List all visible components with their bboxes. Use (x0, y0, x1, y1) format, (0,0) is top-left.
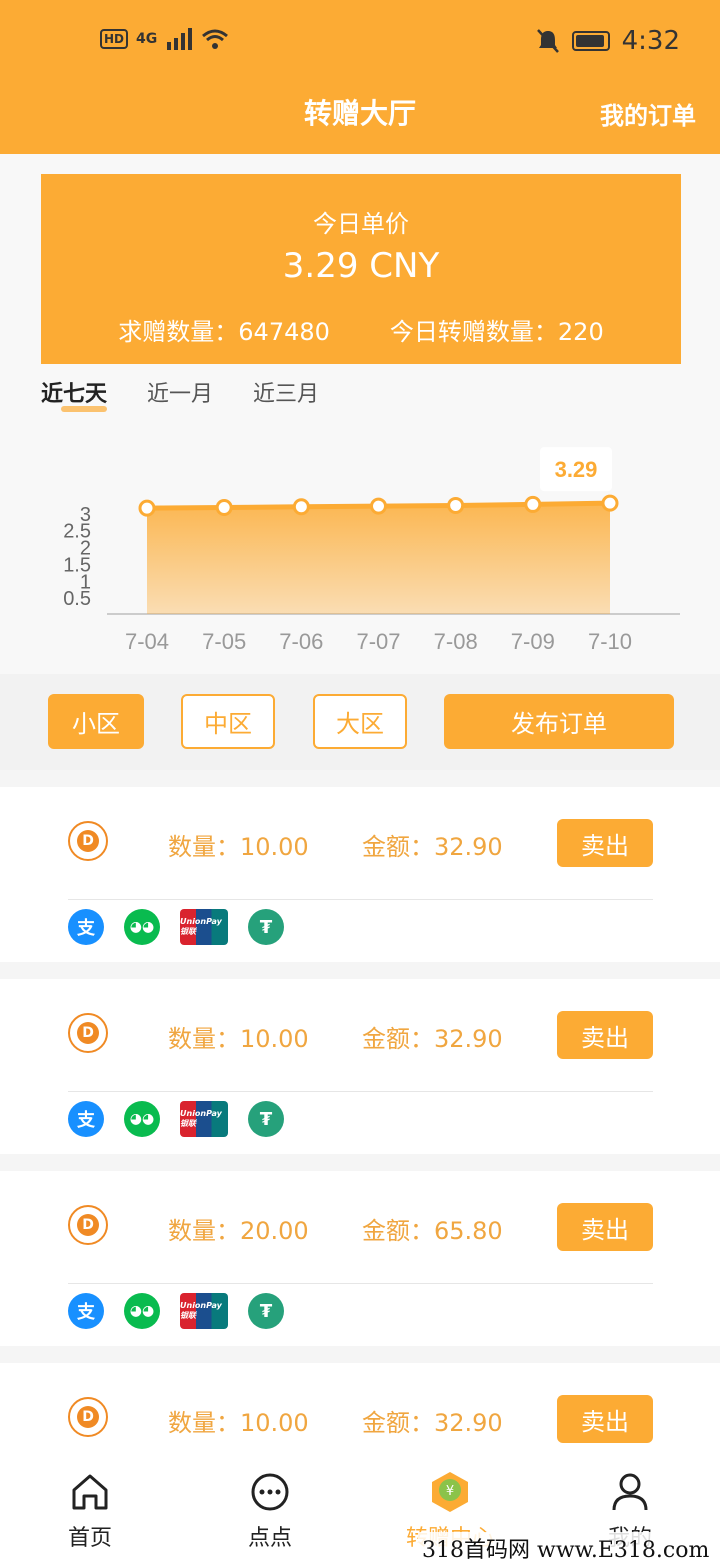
order-quantity: 数量：10.00 (168, 1025, 309, 1053)
order-card: D 数量：10.00 金额：32.90 卖出 (0, 1363, 720, 1460)
tab-home[interactable]: 首页 (40, 1470, 140, 1552)
app-header: HD 4G 4:32 转赠大厅 我的订单 (0, 0, 720, 154)
order-quantity: 数量：10.00 (168, 833, 309, 861)
range-tab-3m[interactable]: 近三月 (253, 376, 319, 408)
payment-methods: 支 ◕◕ UnionPay 银联 ₮ (68, 909, 284, 945)
divider (68, 1283, 653, 1284)
wechat-icon: ◕◕ (124, 1293, 160, 1329)
status-time: 4:32 (621, 26, 680, 56)
price-card: 今日单价 3.29 CNY 求赠数量：647480 今日转赠数量：220 (41, 174, 681, 364)
divider (68, 899, 653, 900)
wechat-icon: ◕◕ (124, 1101, 160, 1137)
payment-methods: 支 ◕◕ UnionPay 银联 ₮ (68, 1101, 284, 1137)
wechat-icon: ◕◕ (124, 909, 160, 945)
today-value: 220 (557, 318, 604, 346)
price-stats: 求赠数量：647480 今日转赠数量：220 (41, 312, 681, 347)
today-stat: 今日转赠数量：220 (390, 312, 604, 347)
sell-button[interactable]: 卖出 (557, 1395, 653, 1443)
x-tick-label: 7-04 (125, 629, 169, 654)
svg-text:¥: ¥ (446, 1484, 454, 1499)
network-indicators: HD 4G (100, 28, 229, 50)
order-quantity: 数量：20.00 (168, 1217, 309, 1245)
x-tick-label: 7-07 (356, 629, 400, 654)
area-fill (147, 503, 610, 614)
alipay-icon: 支 (68, 909, 104, 945)
price-label: 今日单价 (313, 210, 409, 238)
request-label: 求赠数量： (118, 318, 239, 346)
tab-dots-label: 点点 (247, 1526, 292, 1551)
order-card: D 数量：10.00 金额：32.90 卖出 支 ◕◕ UnionPay 银联 … (0, 787, 720, 962)
alipay-icon: 支 (68, 1101, 104, 1137)
tab-dots[interactable]: 点点 (220, 1470, 320, 1552)
x-tick-label: 7-05 (202, 629, 246, 654)
transfer-center-icon: ¥ (432, 1472, 468, 1512)
zone-filter-bar: 小区 中区 大区 发布订单 (0, 674, 720, 770)
today-label: 今日转赠数量： (389, 318, 558, 346)
chat-dots-icon (251, 1473, 289, 1511)
user-icon (612, 1473, 648, 1511)
data-point (370, 497, 387, 515)
sell-button[interactable]: 卖出 (557, 1203, 653, 1251)
zone-large-button[interactable]: 大区 (313, 694, 407, 749)
zone-small-button[interactable]: 小区 (48, 694, 144, 749)
data-point (601, 494, 619, 512)
x-tick-label: 7-08 (434, 629, 478, 654)
signal-icon (167, 28, 193, 50)
x-tick-label: 7-09 (511, 629, 555, 654)
battery-icon (571, 31, 610, 51)
coin-logo-icon: D (68, 1013, 108, 1053)
data-point (292, 498, 310, 516)
publish-order-button[interactable]: 发布订单 (444, 694, 674, 749)
range-tab-1m[interactable]: 近一月 (147, 376, 213, 408)
watermark: 318首码网 www.E318.com (418, 1532, 714, 1560)
payment-methods: 支 ◕◕ UnionPay 银联 ₮ (68, 1293, 284, 1329)
order-card: D 数量：20.00 金额：65.80 卖出 支 ◕◕ UnionPay 银联 … (0, 1171, 720, 1346)
range-tab-7d[interactable]: 近七天 (41, 376, 108, 412)
order-amount: 金额：65.80 (362, 1217, 503, 1245)
data-point (215, 498, 233, 516)
bell-muted-icon (536, 29, 559, 53)
unionpay-icon: UnionPay 银联 (180, 909, 228, 945)
value-tooltip-label: 3.29 (555, 457, 598, 482)
tab-home-label: 首页 (67, 1526, 112, 1551)
coin-logo-icon: D (68, 821, 108, 861)
x-tick-label: 7-06 (279, 629, 323, 654)
data-point (138, 499, 156, 517)
data-point (447, 496, 465, 514)
hd-badge: HD (100, 29, 129, 49)
divider (68, 1091, 653, 1092)
summary-section: 今日单价 3.29 CNY 求赠数量：647480 今日转赠数量：220 近七天… (0, 154, 720, 674)
status-right: 4:32 (536, 26, 680, 56)
alipay-icon: 支 (68, 1293, 104, 1329)
tether-icon: ₮ (248, 1293, 284, 1329)
order-quantity: 数量：10.00 (168, 1409, 309, 1437)
zone-medium-button[interactable]: 中区 (181, 694, 275, 749)
tether-icon: ₮ (248, 1101, 284, 1137)
data-point (524, 495, 542, 513)
order-amount: 金额：32.90 (362, 833, 503, 861)
y-tick-label: 3 (80, 504, 91, 526)
sell-button[interactable]: 卖出 (557, 1011, 653, 1059)
x-tick-label: 7-10 (588, 629, 632, 654)
home-icon (72, 1474, 108, 1510)
request-stat: 求赠数量：647480 (118, 312, 330, 347)
order-amount: 金额：32.90 (362, 1409, 503, 1437)
range-tabs: 近七天 近一月 近三月 (41, 376, 319, 412)
coin-logo-icon: D (68, 1205, 108, 1245)
network-gen-label: 4G (136, 31, 158, 47)
request-value: 647480 (238, 318, 330, 346)
order-card: D 数量：10.00 金额：32.90 卖出 支 ◕◕ UnionPay 银联 … (0, 979, 720, 1154)
unionpay-icon: UnionPay 银联 (180, 1293, 228, 1329)
sell-button[interactable]: 卖出 (557, 819, 653, 867)
status-bar: HD 4G 4:32 (0, 22, 720, 62)
wifi-icon (202, 29, 229, 49)
unionpay-icon: UnionPay 银联 (180, 1101, 228, 1137)
coin-logo-icon: D (68, 1397, 108, 1437)
my-orders-link[interactable]: 我的订单 (600, 96, 696, 131)
tether-icon: ₮ (248, 909, 284, 945)
price-value: 3.29 CNY (282, 246, 440, 286)
order-amount: 金额：32.90 (362, 1025, 503, 1053)
